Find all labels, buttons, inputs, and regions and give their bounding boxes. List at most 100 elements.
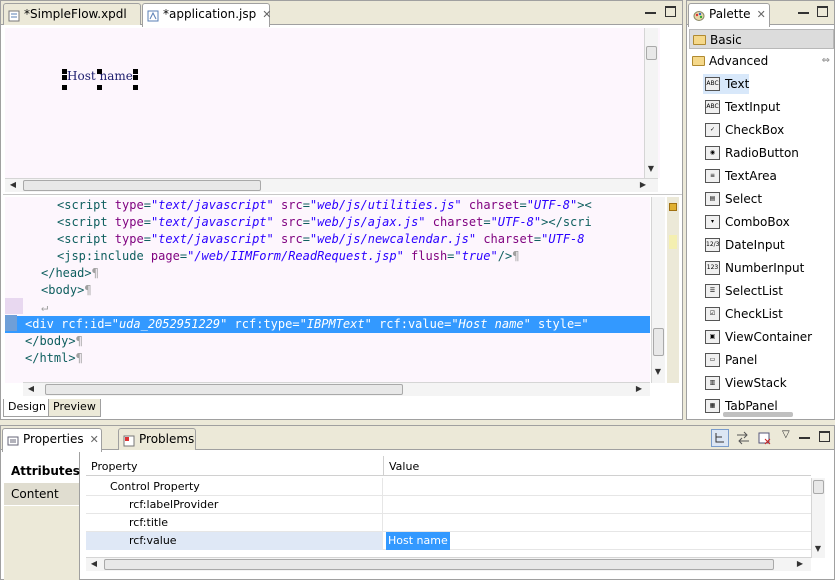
column-header-value[interactable]: Value bbox=[389, 460, 419, 473]
scroll-down-arrow-icon[interactable]: ▼ bbox=[812, 544, 824, 553]
code-line[interactable]: </html>¶ bbox=[5, 350, 650, 367]
tab-design[interactable]: Design bbox=[3, 399, 51, 417]
scroll-thumb[interactable] bbox=[653, 328, 664, 356]
scroll-thumb[interactable] bbox=[646, 46, 657, 60]
property-name: rcf:title bbox=[86, 514, 383, 532]
side-tab-attributes[interactable]: Attributes bbox=[4, 460, 80, 482]
source-code-view[interactable]: <script type="text/javascript" src="web/… bbox=[5, 197, 650, 383]
palette-item-text[interactable]: ABC Text bbox=[703, 74, 750, 94]
code-line[interactable]: <body>¶ bbox=[5, 282, 650, 299]
table-row[interactable]: rcf:title bbox=[86, 514, 811, 532]
tab-palette[interactable]: Palette ✕ bbox=[688, 3, 770, 27]
selection-handle[interactable] bbox=[133, 85, 138, 90]
palette-item-numberinput[interactable]: 123 NumberInput bbox=[703, 258, 804, 278]
palette-item-selectlist[interactable]: ☰ SelectList bbox=[703, 281, 783, 301]
palette-item-panel[interactable]: ▭ Panel bbox=[703, 350, 757, 370]
palette-item-checklist[interactable]: ☑ CheckList bbox=[703, 304, 783, 324]
palette-item-viewcontainer[interactable]: ▣ ViewContainer bbox=[703, 327, 812, 347]
selection-handle[interactable] bbox=[62, 69, 67, 74]
property-value-editor[interactable]: Host name bbox=[386, 532, 450, 550]
close-icon[interactable]: ✕ bbox=[262, 8, 271, 21]
splitter[interactable] bbox=[3, 194, 682, 195]
code-line[interactable]: <jsp:include page="/web/IIMForm/ReadRequ… bbox=[5, 248, 650, 265]
code-line[interactable]: <script type="text/javascript" src="web/… bbox=[5, 214, 650, 231]
tab-preview[interactable]: Preview bbox=[48, 399, 101, 417]
close-icon[interactable]: ✕ bbox=[90, 433, 99, 446]
palette-item-dateinput[interactable]: 12/3 DateInput bbox=[703, 235, 785, 255]
properties-horizontal-scrollbar[interactable]: ◀ ▶ bbox=[86, 557, 811, 571]
palette-item-radiobutton[interactable]: ◉ RadioButton bbox=[703, 143, 799, 163]
selectlist-control-icon: ☰ bbox=[705, 284, 720, 298]
scroll-thumb[interactable] bbox=[45, 384, 403, 395]
palette-item-label: Text bbox=[725, 77, 750, 91]
tab-simpleflow[interactable]: *SimpleFlow.xpdl bbox=[3, 3, 141, 25]
minimize-icon[interactable] bbox=[799, 431, 810, 439]
code-line-selected[interactable]: <div rcf:id="uda_2052951229" rcf:type="I… bbox=[5, 316, 650, 333]
code-line[interactable]: </body>¶ bbox=[5, 333, 650, 350]
pin-icon[interactable]: ⇔ bbox=[822, 51, 830, 71]
scroll-right-arrow-icon[interactable]: ▶ bbox=[794, 559, 806, 568]
tab-problems[interactable]: Problems bbox=[118, 428, 196, 450]
table-row[interactable]: Control Property bbox=[86, 478, 811, 496]
column-header-property[interactable]: Property bbox=[91, 460, 138, 473]
maximize-icon[interactable] bbox=[665, 6, 676, 17]
viewcontainer-control-icon: ▣ bbox=[705, 330, 720, 344]
properties-vertical-scrollbar[interactable]: ▼ bbox=[811, 478, 825, 558]
show-categories-icon[interactable] bbox=[711, 429, 729, 447]
drawer-basic[interactable]: Basic bbox=[689, 29, 834, 49]
code-line[interactable]: </head>¶ bbox=[5, 265, 650, 282]
scroll-left-arrow-icon[interactable]: ◀ bbox=[88, 559, 100, 568]
palette-item-label: TabPanel bbox=[725, 399, 778, 413]
design-horizontal-scrollbar[interactable]: ◀ ▶ bbox=[5, 178, 658, 192]
scroll-left-arrow-icon[interactable]: ◀ bbox=[7, 180, 19, 189]
selection-handle[interactable] bbox=[62, 85, 67, 90]
show-advanced-icon[interactable] bbox=[735, 430, 751, 446]
code-horizontal-scrollbar[interactable]: ◀ ▶ bbox=[23, 382, 650, 396]
scroll-right-arrow-icon[interactable]: ▶ bbox=[633, 384, 645, 393]
drawer-advanced[interactable]: Advanced ⇔ bbox=[689, 51, 834, 71]
design-vertical-scrollbar[interactable]: ▼ bbox=[644, 28, 658, 178]
palette-item-textarea[interactable]: ≡ TextArea bbox=[703, 166, 777, 186]
code-line[interactable]: <script type="text/javascript" src="web/… bbox=[5, 197, 650, 214]
close-icon[interactable]: ✕ bbox=[757, 8, 766, 21]
scroll-thumb[interactable] bbox=[813, 480, 824, 494]
palette-item-label: NumberInput bbox=[725, 261, 805, 275]
scroll-thumb[interactable] bbox=[23, 180, 261, 191]
palette-item-textinput[interactable]: ABC TextInput bbox=[703, 97, 780, 117]
scroll-down-arrow-icon[interactable]: ▼ bbox=[645, 164, 657, 173]
view-menu-icon[interactable]: ▽ bbox=[782, 429, 790, 440]
radiobutton-control-icon: ◉ bbox=[705, 146, 720, 160]
code-token: ¶ bbox=[84, 283, 92, 297]
scroll-right-arrow-icon[interactable]: ▶ bbox=[637, 180, 649, 189]
side-tab-content[interactable]: Content bbox=[4, 483, 79, 505]
table-row-selected[interactable]: rcf:value Host name bbox=[86, 532, 811, 550]
maximize-icon[interactable] bbox=[819, 431, 830, 442]
tab-properties[interactable]: Properties ✕ bbox=[2, 428, 102, 452]
scroll-down-arrow-icon[interactable]: ▼ bbox=[652, 367, 664, 376]
palette-item-viewstack[interactable]: ▥ ViewStack bbox=[703, 373, 787, 393]
restore-defaults-icon[interactable] bbox=[757, 430, 773, 446]
selection-handle[interactable] bbox=[133, 75, 138, 80]
scroll-left-arrow-icon[interactable]: ◀ bbox=[25, 384, 37, 393]
code-token: "uda_2052951229" bbox=[111, 317, 228, 331]
minimize-icon[interactable] bbox=[645, 6, 656, 14]
selection-handle[interactable] bbox=[97, 85, 102, 90]
design-canvas[interactable] bbox=[5, 28, 660, 178]
scroll-thumb[interactable] bbox=[104, 559, 774, 570]
tab-application-jsp[interactable]: *application.jsp ✕ bbox=[142, 3, 271, 27]
occurrence-marker[interactable] bbox=[669, 235, 677, 249]
palette-item-checkbox[interactable]: ✓ CheckBox bbox=[703, 120, 784, 140]
selection-handle[interactable] bbox=[62, 75, 67, 80]
palette-scroll-thumb[interactable] bbox=[723, 412, 793, 417]
warning-marker-icon[interactable] bbox=[669, 203, 677, 211]
selection-handle[interactable] bbox=[133, 69, 138, 74]
code-line[interactable]: <script type="text/javascript" src="web/… bbox=[5, 231, 650, 248]
code-vertical-scrollbar[interactable]: ▼ bbox=[651, 197, 665, 383]
selection-handle[interactable] bbox=[97, 69, 102, 74]
code-line[interactable]: ↵ bbox=[5, 299, 650, 316]
maximize-icon[interactable] bbox=[817, 6, 828, 17]
minimize-icon[interactable] bbox=[798, 6, 809, 14]
table-row[interactable]: rcf:labelProvider bbox=[86, 496, 811, 514]
palette-item-combobox[interactable]: ▾ ComboBox bbox=[703, 212, 790, 232]
palette-item-select[interactable]: ▤ Select bbox=[703, 189, 762, 209]
